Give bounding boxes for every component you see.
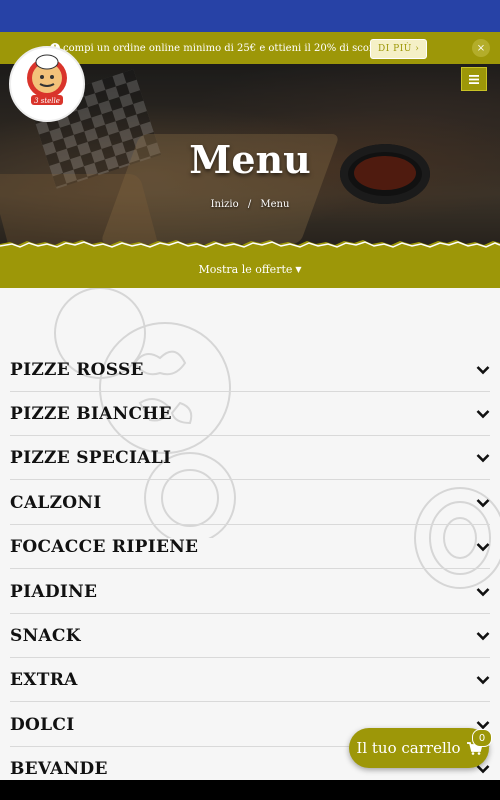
category-label: PIZZE ROSSE [10, 359, 144, 380]
category-calzoni[interactable]: CALZONI [10, 481, 490, 525]
chevron-down-icon [476, 451, 490, 465]
promo-text: compi un ordine online minimo di 25€ e o… [63, 42, 390, 54]
top-color-bar [0, 0, 500, 32]
category-label: PIADINE [10, 581, 98, 602]
category-pizze-bianche[interactable]: PIZZE BIANCHE [10, 392, 490, 436]
breadcrumb-current: Menu [260, 199, 290, 210]
category-label: PIZZE SPECIALI [10, 447, 172, 468]
category-label: SNACK [10, 625, 81, 646]
promo-more-button[interactable]: DI PIÙ › [370, 39, 428, 59]
category-label: EXTRA [10, 669, 78, 690]
breadcrumb-separator: / [247, 199, 252, 210]
chevron-down-icon [476, 363, 490, 377]
category-label: FOCACCE RIPIENE [10, 536, 199, 557]
category-focacce-ripiene[interactable]: FOCACCE RIPIENE [10, 525, 490, 569]
chevron-down-icon [476, 629, 490, 643]
caret-down-icon: ▼ [295, 264, 302, 274]
category-snack[interactable]: SNACK [10, 614, 490, 658]
svg-text:3 stelle: 3 stelle [34, 97, 60, 105]
menu-category-list: PIZZE ROSSE PIZZE BIANCHE PIZZE SPECIALI… [0, 288, 500, 800]
show-offers-label: Mostra le offerte [198, 262, 293, 276]
torn-paper-edge [0, 240, 500, 252]
cart-button[interactable]: Il tuo carrello [349, 728, 489, 768]
category-piadine[interactable]: PIADINE [10, 570, 490, 614]
category-label: PIZZE BIANCHE [10, 403, 172, 424]
category-extra[interactable]: EXTRA [10, 658, 490, 702]
promo-message: i compi un ordine online minimo di 25€ e… [50, 32, 389, 64]
category-label: CALZONI [10, 492, 102, 513]
promo-close-icon[interactable]: × [472, 39, 490, 57]
category-pizze-rosse[interactable]: PIZZE ROSSE [10, 348, 490, 392]
category-label: BEVANDE [10, 758, 108, 779]
breadcrumb-home-link[interactable]: Inizio [211, 199, 239, 210]
bottom-black-bar [0, 780, 500, 800]
chevron-down-icon [476, 407, 490, 421]
chevron-down-icon [476, 540, 490, 554]
restaurant-logo[interactable]: 3 stelle [9, 46, 85, 122]
show-offers-toggle[interactable]: Mostra le offerte ▼ [0, 250, 500, 288]
page-title: Menu [189, 137, 311, 182]
chevron-down-icon [476, 496, 490, 510]
category-label: DOLCI [10, 714, 75, 735]
cart-count-badge: 0 [472, 729, 492, 747]
breadcrumb: Inizio / Menu [0, 199, 500, 210]
chevron-down-icon [476, 673, 490, 687]
chef-logo-icon: 3 stelle [14, 51, 80, 117]
hamburger-menu-icon[interactable] [461, 67, 487, 91]
category-pizze-speciali[interactable]: PIZZE SPECIALI [10, 436, 490, 480]
chevron-down-icon [476, 585, 490, 599]
cart-label: Il tuo carrello [356, 739, 461, 757]
